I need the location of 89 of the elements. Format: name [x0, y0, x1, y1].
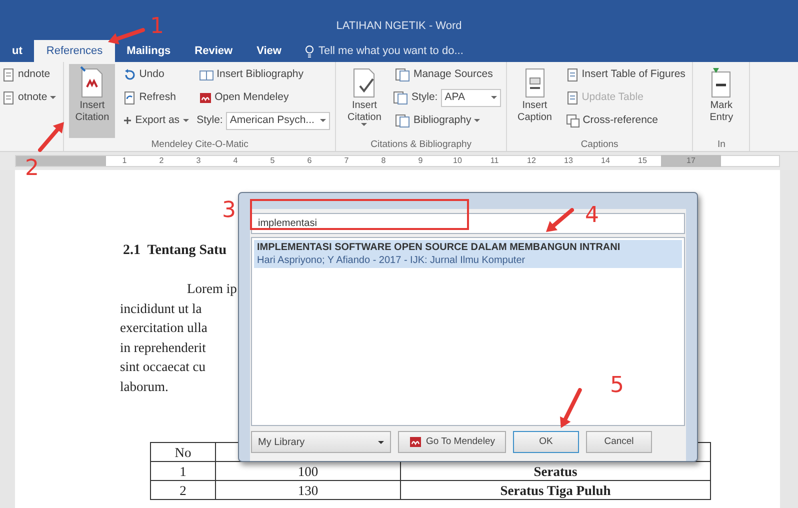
dialog-button[interactable]: Cancel: [586, 431, 652, 453]
annotation-arrow: [106, 28, 145, 47]
ribbon-button[interactable]: Mark Entry: [698, 64, 744, 138]
window-title: LATIHAN NGETIK - Word: [336, 19, 462, 34]
style-dropdown[interactable]: American Psych...: [226, 112, 330, 130]
group-label: Captions: [580, 138, 620, 151]
mendeley-icon: [198, 92, 212, 104]
ruler-number: 4: [232, 155, 239, 167]
table-cell: 1: [150, 462, 216, 480]
ruler-number: 10: [452, 155, 463, 167]
ribbon-button[interactable]: Bibliography: [393, 110, 501, 131]
tell-me-field[interactable]: Tell me what you want to do...: [318, 42, 488, 60]
ribbon-button[interactable]: Insert Bibliography: [196, 64, 330, 85]
ribbon-button[interactable]: Insert Caption: [512, 64, 558, 138]
ruler-number: 15: [637, 155, 648, 167]
paragraph-line: incididunt ut la: [120, 300, 202, 318]
ribbon-button[interactable]: Export as: [121, 110, 191, 131]
caret-icon: [320, 119, 326, 122]
book-icon: [198, 68, 214, 80]
group-label: Citations & Bibliography: [370, 138, 473, 151]
dialog-button[interactable]: Go To Mendeley: [398, 431, 506, 453]
ruler-number: 17: [661, 155, 721, 167]
ruler-number: 9: [417, 155, 424, 167]
mendeley-icon: [408, 436, 422, 448]
ribbon-tab[interactable]: References: [34, 40, 115, 62]
table-cell: 130: [216, 480, 400, 500]
result-title: IMPLEMENTASI SOFTWARE OPEN SOURCE DALAM MEMBANGUN INTRANI: [257, 241, 622, 254]
library-dropdown[interactable]: My Library: [251, 431, 391, 453]
sources-icon: [395, 68, 410, 82]
step-number: 2: [25, 158, 39, 180]
refresh-icon: [123, 90, 136, 104]
ribbon-button[interactable]: Refresh: [121, 87, 191, 108]
combo-label: Style:: [411, 90, 438, 105]
document-icon: [566, 68, 579, 82]
ribbon-button[interactable]: otnote: [0, 87, 58, 108]
lightbulb-icon: [305, 44, 314, 58]
ruler-number: 1: [121, 155, 128, 167]
annotation-arrow: [544, 208, 574, 234]
caret-icon: [490, 96, 497, 99]
ruler-number: 2: [158, 155, 165, 167]
sources-icon: [393, 90, 408, 104]
undo-icon: [123, 68, 136, 81]
step-number: 3: [222, 200, 236, 222]
annotation-arrow: [558, 388, 582, 430]
ruler-number: 7: [343, 155, 350, 167]
ribbon-button[interactable]: Manage Sources: [393, 64, 501, 85]
ribbon-tab[interactable]: View: [244, 40, 294, 62]
group-label: In: [716, 138, 726, 151]
ribbon-tab[interactable]: Mailings: [114, 40, 183, 62]
add-icon: [123, 116, 132, 125]
ribbon-button[interactable]: Undo: [121, 64, 191, 85]
ruler-number: 12: [526, 155, 537, 167]
table-cell: Seratus Tiga Puluh: [400, 480, 710, 500]
dialog-button[interactable]: OK: [513, 431, 579, 453]
ruler-number: 3: [195, 155, 202, 167]
style-dropdown[interactable]: APA: [440, 88, 501, 106]
ruler-number: 13: [563, 155, 574, 167]
annotation-arrow: [38, 120, 66, 152]
combo-label: Style:: [196, 112, 223, 128]
ribbon-button[interactable]: Insert Table of Figures: [564, 64, 688, 85]
paragraph-line: in reprehenderit: [120, 338, 206, 357]
ribbon-button[interactable]: Cross-reference: [564, 110, 688, 131]
ribbon-button[interactable]: ndnote: [0, 64, 58, 85]
cross-reference-icon: [566, 114, 580, 128]
ruler-number: 11: [489, 155, 500, 167]
ribbon-tab[interactable]: ut: [0, 40, 34, 62]
ribbon-button[interactable]: Open Mendeley: [196, 87, 330, 108]
ribbon-tab[interactable]: Review: [182, 40, 245, 62]
section-heading: 2.1 Tentang Satu: [123, 242, 226, 260]
result-details: Hari Aspriyono; Y Afiando - 2017 - IJK: Jurnal Ilmu Komputer: [257, 254, 526, 267]
paragraph-line: laborum.: [120, 378, 168, 396]
ruler-number: 5: [269, 155, 276, 167]
ruler-number: 14: [600, 155, 611, 167]
step-number: 5: [610, 375, 624, 397]
table-cell: No: [150, 442, 216, 462]
paragraph-line: exercitation ulla: [120, 319, 208, 337]
group-label: Mendeley Cite-O-Matic: [150, 138, 250, 151]
ruler-number: 6: [306, 155, 313, 167]
caret-icon: [378, 440, 384, 444]
ribbon-button[interactable]: Insert Citation: [69, 64, 116, 138]
paragraph-line: Lorem ip: [186, 280, 237, 298]
paragraph-line: sint occaecat cu: [120, 358, 206, 376]
result-item[interactable]: IMPLEMENTASI SOFTWARE OPEN SOURCE DALAM MEMBANGUN INTRANI Hari Aspriyono; Y Afiando - 2017 - IJK: Jurnal Ilmu Komputer: [254, 240, 682, 268]
table-cell: 2: [150, 480, 216, 500]
ruler-number: 8: [380, 155, 387, 167]
step-number: 1: [150, 16, 164, 38]
sources-icon: [395, 114, 410, 128]
ribbon-button[interactable]: Insert Citation: [341, 64, 388, 138]
document-icon: [566, 90, 579, 104]
